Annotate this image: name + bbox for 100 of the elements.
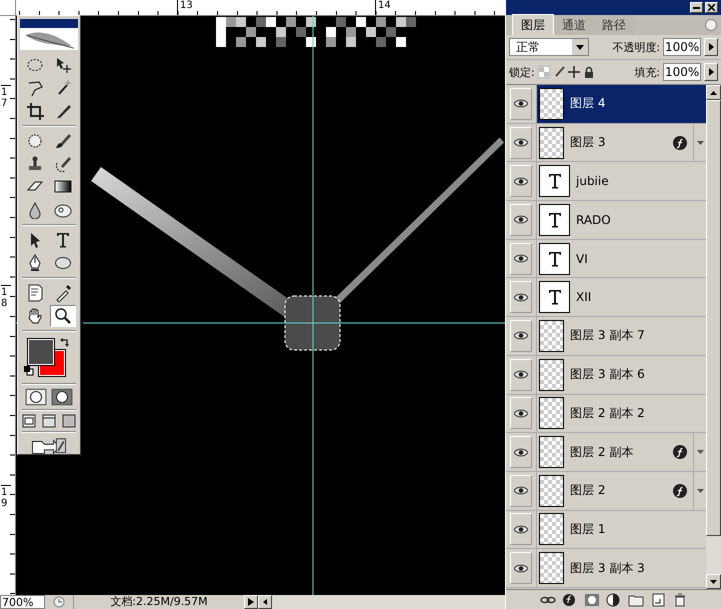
- brush-icon[interactable]: [552, 66, 565, 78]
- visibility-toggle[interactable]: [510, 474, 532, 507]
- crop-icon: [26, 102, 44, 120]
- type-icon: [548, 212, 562, 228]
- status-menu-button[interactable]: [244, 595, 258, 609]
- layer-name: RADO: [576, 212, 612, 227]
- swap-arrows-icon[interactable]: [60, 337, 70, 348]
- hand-icon: [26, 307, 44, 326]
- ruler-label: 18: [1, 285, 11, 309]
- visibility-toggle[interactable]: [510, 436, 532, 468]
- move-icon: [54, 56, 72, 74]
- type-icon: [548, 289, 562, 306]
- layer-thumbnail: [539, 358, 564, 391]
- tool-button[interactable]: [50, 305, 76, 328]
- down-arrow-icon[interactable]: [710, 580, 717, 584]
- half-circle-icon[interactable]: [606, 592, 622, 606]
- clock-icon[interactable]: [51, 596, 67, 608]
- expand-arrow-icon[interactable]: [696, 140, 704, 145]
- ruler-label: 17: [1, 85, 11, 109]
- visibility-toggle[interactable]: [510, 320, 532, 352]
- fill-field[interactable]: 100%: [663, 63, 701, 81]
- layer-row[interactable]: 图层 2: [506, 472, 706, 511]
- layer-name: 图层 2: [570, 482, 606, 500]
- zoom-icon: [54, 307, 72, 326]
- minimize-button[interactable]: [690, 2, 703, 13]
- horizontal-scrollbar[interactable]: [272, 595, 505, 609]
- panel-tab[interactable]: 图层: [512, 14, 554, 35]
- layer-row[interactable]: 图层 4: [506, 85, 706, 124]
- standard-mode-icon[interactable]: [25, 388, 47, 406]
- layer-thumbnail: [539, 126, 564, 159]
- type-tool-icon: [54, 231, 72, 250]
- ruler-label: 19: [1, 485, 11, 509]
- fill-slider-button[interactable]: [704, 63, 718, 81]
- visibility-toggle[interactable]: [510, 281, 532, 314]
- toolbox-title-bar: [20, 19, 78, 28]
- folder-icon[interactable]: [628, 592, 644, 606]
- panel-menu-button[interactable]: [705, 19, 717, 31]
- layer-thumbnail: [539, 552, 564, 584]
- layer-thumbnail: [539, 513, 564, 546]
- layer-thumbnail: [539, 436, 564, 468]
- blend-mode-value: 正常: [516, 38, 540, 56]
- layer-thumbnail: [539, 320, 564, 352]
- layer-row[interactable]: 图层 3 副本 7: [506, 317, 706, 356]
- visibility-toggle[interactable]: [510, 204, 532, 236]
- layer-row[interactable]: 图层 3 副本 3: [506, 549, 706, 588]
- visibility-toggle[interactable]: [510, 126, 532, 159]
- visibility-toggle[interactable]: [510, 165, 532, 198]
- opacity-slider-button[interactable]: [704, 38, 718, 56]
- layer-row[interactable]: jubiie: [506, 162, 706, 202]
- eye-icon: [514, 448, 528, 457]
- visibility-toggle[interactable]: [510, 358, 532, 391]
- layer-row[interactable]: XII: [506, 278, 706, 318]
- layer-name: jubiie: [576, 174, 610, 188]
- opacity-field[interactable]: 100%: [663, 38, 701, 56]
- visibility-toggle[interactable]: [510, 242, 532, 275]
- ruler-label: 13: [177, 0, 193, 15]
- jump-to-app-icon[interactable]: [29, 436, 69, 454]
- up-arrow-icon[interactable]: [710, 90, 717, 94]
- layer-row[interactable]: 图层 1: [506, 510, 706, 550]
- visibility-toggle[interactable]: [510, 88, 532, 120]
- ruler-label: 14: [375, 0, 391, 15]
- foreground-color-swatch[interactable]: [28, 339, 54, 366]
- visibility-toggle[interactable]: [510, 552, 532, 584]
- layer-name: VI: [576, 252, 589, 266]
- effects-icon[interactable]: [562, 592, 578, 606]
- default-colors-icon[interactable]: [24, 366, 34, 376]
- checkerboard-icon[interactable]: [538, 66, 550, 78]
- close-icon: [708, 4, 715, 11]
- window-icon[interactable]: [41, 414, 57, 428]
- eye-icon: [514, 99, 528, 108]
- layer-row[interactable]: 图层 2 副本: [506, 433, 706, 472]
- quick-mask-icon[interactable]: [51, 388, 73, 406]
- visibility-toggle[interactable]: [510, 513, 532, 546]
- window-icon[interactable]: [61, 414, 77, 428]
- zoom-field[interactable]: 700%: [0, 595, 45, 609]
- move-icon[interactable]: [568, 66, 580, 78]
- fill-label: 填充:: [634, 64, 660, 80]
- brush-icon: [54, 132, 72, 150]
- window-icon[interactable]: [21, 414, 37, 428]
- visibility-toggle[interactable]: [510, 397, 532, 430]
- layer-row[interactable]: VI: [506, 240, 706, 278]
- layer-row[interactable]: 图层 2 副本 2: [506, 394, 706, 434]
- layer-row[interactable]: 图层 3 副本 6: [506, 356, 706, 394]
- close-button[interactable]: [705, 2, 718, 13]
- layer-name: 图层 2 副本 2: [570, 404, 646, 422]
- blend-mode-dropdown[interactable]: 正常: [509, 38, 589, 56]
- opacity-label: 不透明度:: [612, 40, 660, 54]
- new-layer-icon[interactable]: [650, 592, 666, 606]
- eye-icon: [514, 486, 528, 496]
- layer-row[interactable]: 图层 3: [506, 124, 706, 162]
- history-brush-icon: [54, 155, 72, 174]
- mask-icon[interactable]: [584, 592, 600, 606]
- expand-arrow-icon[interactable]: [696, 488, 704, 493]
- scroll-left-button[interactable]: [258, 595, 272, 609]
- lock-icon[interactable]: [582, 66, 595, 78]
- layer-name: 图层 1: [570, 520, 606, 538]
- layer-name: 图层 3 副本 6: [570, 366, 646, 384]
- expand-arrow-icon[interactable]: [696, 450, 704, 454]
- vertical-scrollbar[interactable]: [706, 85, 721, 589]
- layer-row[interactable]: RADO: [506, 201, 706, 240]
